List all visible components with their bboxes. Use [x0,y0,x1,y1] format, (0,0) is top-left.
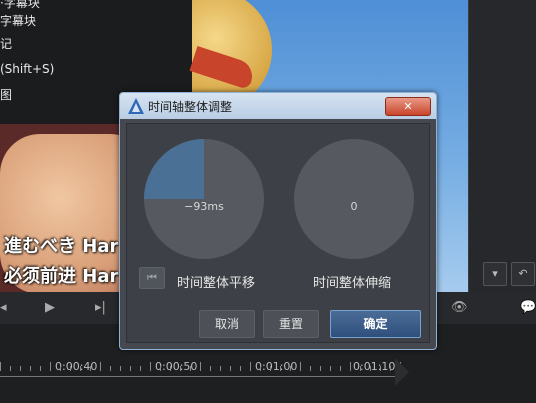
timeline-tick [110,366,111,371]
shift-dial[interactable] [143,138,265,260]
timeline-tick [120,366,121,371]
timeline-tick [340,366,341,371]
shift-dial-fill [144,139,204,199]
timeline-tick [90,366,91,371]
timeline-tick [330,366,331,371]
timeline-tick [320,366,321,371]
menu-item-3[interactable]: 记 [0,35,12,52]
timeline-tick [360,366,361,371]
cancel-button[interactable]: 取消 [199,310,255,338]
shift-value: −93ms [184,200,224,213]
comment-icon[interactable]: 💬 [520,300,536,315]
eye-icon[interactable]: 👁 [451,300,468,315]
timeline-tick [160,366,161,371]
timeline-tick [380,366,381,371]
dialog-body: −93ms 0 ⏮ 时间整体平移 时间整体伸缩 取消 重置 确定 [126,123,430,343]
shift-label: 时间整体平移 [177,276,256,291]
timeline-tick [60,366,61,371]
timeline-edge [395,358,409,386]
timeline-tick [200,362,201,371]
scale-value: 0 [350,200,358,213]
subtitle-line-2: 必须前进 Har [4,266,119,287]
timeline-tick [40,366,41,371]
dialog-title: 时间轴整体调整 [148,100,233,114]
timeline-tick [0,362,1,371]
timeline-tick [100,362,101,371]
timeline-tick [250,362,251,371]
subtitle-line-1: 進むべき Har [4,236,119,257]
right-panel: ▾ ↶ [468,0,536,300]
menu-item-5[interactable]: 图 [0,86,12,103]
timeline-adjust-dialog: 时间轴整体调整 ✕ −93ms 0 ⏮ 时间整体平移 时间整体伸缩 取消 重置 … [119,92,437,350]
timeline-tick [260,366,261,371]
timeline-tick [310,366,311,371]
timeline-tick [170,366,171,371]
timeline-tick [240,366,241,371]
timeline-tick [370,366,371,371]
timeline-tick [300,362,301,371]
timeline-tick [80,366,81,371]
undo-icon[interactable]: ↶ [511,262,535,286]
timeline-tick [190,366,191,371]
ok-button[interactable]: 确定 [330,310,421,338]
menu-item-1[interactable]: ·字幕块 [0,0,40,11]
menu-item-2[interactable]: 字幕块 [0,12,36,29]
scale-label: 时间整体伸缩 [313,276,392,291]
timeline-tick [350,362,351,371]
app-logo-icon [128,98,144,114]
time-label: 0:00:50 [155,360,198,373]
prev-frame-icon[interactable]: ◂ [0,300,7,315]
timeline-tick [50,362,51,371]
timeline-tick [30,366,31,371]
skip-back-icon[interactable]: ⏮ [139,267,165,289]
timeline-tick [390,366,391,371]
timeline-tick [180,366,181,371]
timeline-tick [140,366,141,371]
next-icon[interactable]: ▸| [95,300,106,315]
timeline-tick [70,366,71,371]
menu-item-4[interactable]: (Shift+S) [0,62,54,76]
timeline-tick [210,366,211,371]
play-icon[interactable]: ▶ [45,300,55,315]
timeline-tick [290,366,291,371]
timeline-tick [10,366,11,371]
timeline-tick [220,366,221,371]
timeline-tick [20,366,21,371]
timeline-tick [280,366,281,371]
timeline-tick [270,366,271,371]
timeline-tick [150,362,151,371]
dropdown-icon[interactable]: ▾ [483,262,507,286]
reset-button[interactable]: 重置 [263,310,319,338]
timeline-tick [130,366,131,371]
timeline-tick [230,366,231,371]
scale-dial[interactable] [293,138,415,260]
dialog-titlebar[interactable]: 时间轴整体调整 ✕ [120,93,436,119]
time-label: 0:01:00 [255,360,298,373]
time-label: 0:00:40 [55,360,98,373]
close-button[interactable]: ✕ [385,97,431,116]
